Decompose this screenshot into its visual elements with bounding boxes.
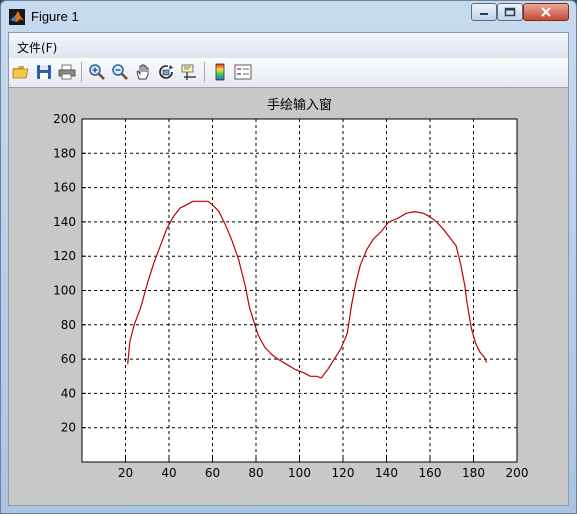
y-tick-labels: 20 40 60 80 100 120 140 160 180 200 — [53, 112, 76, 435]
y-tick-label: 200 — [53, 112, 76, 126]
x-tick-label: 40 — [161, 466, 176, 480]
y-tick-label: 120 — [53, 249, 76, 263]
x-tick-label: 180 — [462, 466, 485, 480]
y-tick-label: 20 — [61, 421, 76, 435]
x-tick-label: 160 — [419, 466, 442, 480]
plot-title: 手绘输入窗 — [267, 97, 332, 113]
y-tick-label: 40 — [61, 386, 76, 400]
x-tick-label: 200 — [506, 466, 529, 480]
y-tick-label: 140 — [53, 215, 76, 229]
x-tick-label: 80 — [248, 466, 263, 480]
y-tick-label: 60 — [61, 352, 76, 366]
x-tick-label: 140 — [375, 466, 398, 480]
x-tick-labels: 20 40 60 80 100 120 140 160 180 200 — [118, 466, 529, 480]
x-tick-label: 20 — [118, 466, 133, 480]
plot-canvas: 20 40 60 80 100 120 140 160 180 200 20 40 60 80 100 12… — [53, 97, 529, 480]
x-tick-label: 60 — [205, 466, 220, 480]
y-tick-label: 160 — [53, 181, 76, 195]
x-tick-label: 100 — [288, 466, 311, 480]
y-tick-label: 100 — [53, 284, 76, 298]
y-tick-label: 180 — [53, 146, 76, 160]
y-tick-label: 80 — [61, 318, 76, 332]
x-tick-label: 120 — [332, 466, 355, 480]
